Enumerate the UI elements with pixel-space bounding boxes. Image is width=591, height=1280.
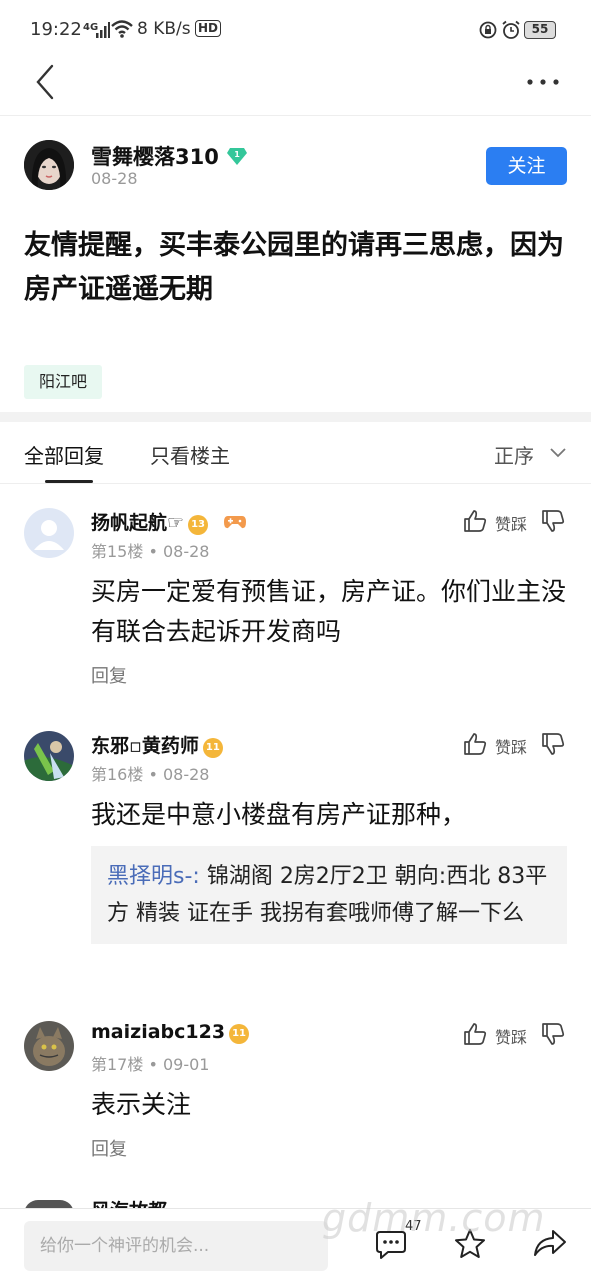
reply-content: 买房一定爱有预售证，房产证。你们业主没有联合去起诉开发商吗: [91, 577, 567, 646]
wifi-icon: [111, 20, 133, 38]
sort-toggle[interactable]: 正序: [494, 440, 534, 469]
reply-button[interactable]: 回复: [91, 1135, 127, 1161]
op-avatar[interactable]: [24, 140, 74, 190]
chevron-down-icon[interactable]: [549, 446, 567, 458]
op-name-text[interactable]: 雪舞樱落310: [91, 145, 219, 169]
network-speed: 8 KB/s: [137, 19, 191, 39]
gamepad-icon: [223, 516, 246, 529]
thumbs-down-icon[interactable]: [540, 508, 566, 534]
reply-tabs: 全部回复 只看楼主 正序: [0, 422, 591, 484]
vote-area: 赞踩: [462, 508, 567, 534]
comment-input[interactable]: [24, 1221, 328, 1271]
top-nav: [0, 60, 591, 116]
vote-label: 赞踩: [495, 738, 528, 757]
reply-author[interactable]: 东邪▫黄药师 11: [91, 731, 223, 758]
reply-content: 表示关注: [91, 1090, 192, 1119]
alarm-icon: [502, 20, 520, 39]
default-avatar-icon: [24, 508, 74, 558]
status-time: 19:22: [30, 19, 82, 40]
vote-label: 赞踩: [495, 515, 528, 534]
vote-area: 赞踩: [462, 731, 567, 757]
active-tab-indicator: [45, 480, 93, 483]
tab-all-replies[interactable]: 全部回复: [24, 440, 104, 469]
status-bar: 19:22 4G 8 KB/s HD 55: [0, 0, 591, 60]
reply-author[interactable]: 扬帆起航☞ 13: [91, 508, 247, 535]
op-name[interactable]: 雪舞樱落310 1: [91, 141, 248, 171]
reply-author[interactable]: maiziabc123 11: [91, 1021, 250, 1044]
thumbs-up-icon[interactable]: [462, 1021, 488, 1047]
quoted-user[interactable]: 黑择明s-:: [107, 864, 200, 889]
reply-meta: 第16楼 • 08-28: [91, 765, 210, 784]
thumbs-down-icon[interactable]: [540, 1021, 566, 1047]
diamond-badge-icon: 1: [227, 148, 248, 165]
tab-op-only[interactable]: 只看楼主: [150, 440, 230, 469]
svg-text:1: 1: [234, 150, 240, 159]
reply-author[interactable]: 风海故都: [91, 1196, 181, 1208]
level-badge: 11: [202, 738, 223, 758]
watermark: gdmm.com: [322, 1196, 546, 1240]
hd-badge: HD: [195, 20, 222, 37]
chevron-left-icon[interactable]: [30, 62, 66, 102]
level-badge: 11: [229, 1024, 250, 1044]
vote-area: 赞踩: [462, 1021, 567, 1047]
battery-indicator: 55: [524, 21, 556, 39]
signal-icon: [96, 22, 110, 38]
reply-avatar[interactable]: [24, 731, 74, 781]
reply-avatar[interactable]: [24, 1021, 74, 1071]
avatar-image: [24, 140, 74, 190]
thumbs-up-icon[interactable]: [462, 508, 488, 534]
thumbs-down-icon[interactable]: [540, 731, 566, 757]
vote-label: 赞踩: [495, 1028, 528, 1047]
avatar-image: [24, 1021, 74, 1071]
reply-author-text[interactable]: 东邪▫黄药师: [91, 735, 199, 757]
reply-meta: 第15楼 • 08-28: [91, 542, 210, 561]
follow-button[interactable]: 关注: [486, 147, 567, 185]
post-date: 08-28: [91, 169, 138, 188]
reply-meta: 第17楼 • 09-01: [91, 1055, 210, 1074]
section-divider: [0, 412, 591, 422]
reply-avatar[interactable]: [24, 508, 74, 558]
forum-tag[interactable]: 阳江吧: [24, 365, 103, 399]
rotation-lock-icon: [479, 21, 497, 39]
reply-author-text[interactable]: maiziabc123: [91, 1021, 225, 1043]
avatar-image: [24, 731, 74, 781]
reply-author-text[interactable]: 扬帆起航☞: [91, 512, 184, 534]
post-title: 友情提醒，买丰泰公园里的请再三思虑，因为房产证遥遥无期: [24, 230, 564, 305]
reply-content: 我还是中意小楼盘有房产证那种，: [91, 800, 467, 829]
quoted-reply[interactable]: 黑择明s-: 锦湖阁 2房2厅2卫 朝向:西北 83平方 精装 证在手 我拐有套…: [91, 846, 567, 944]
thumbs-up-icon[interactable]: [462, 731, 488, 757]
reply-button[interactable]: 回复: [91, 662, 127, 688]
more-dots-icon[interactable]: [524, 76, 564, 88]
level-badge: 13: [188, 515, 209, 535]
